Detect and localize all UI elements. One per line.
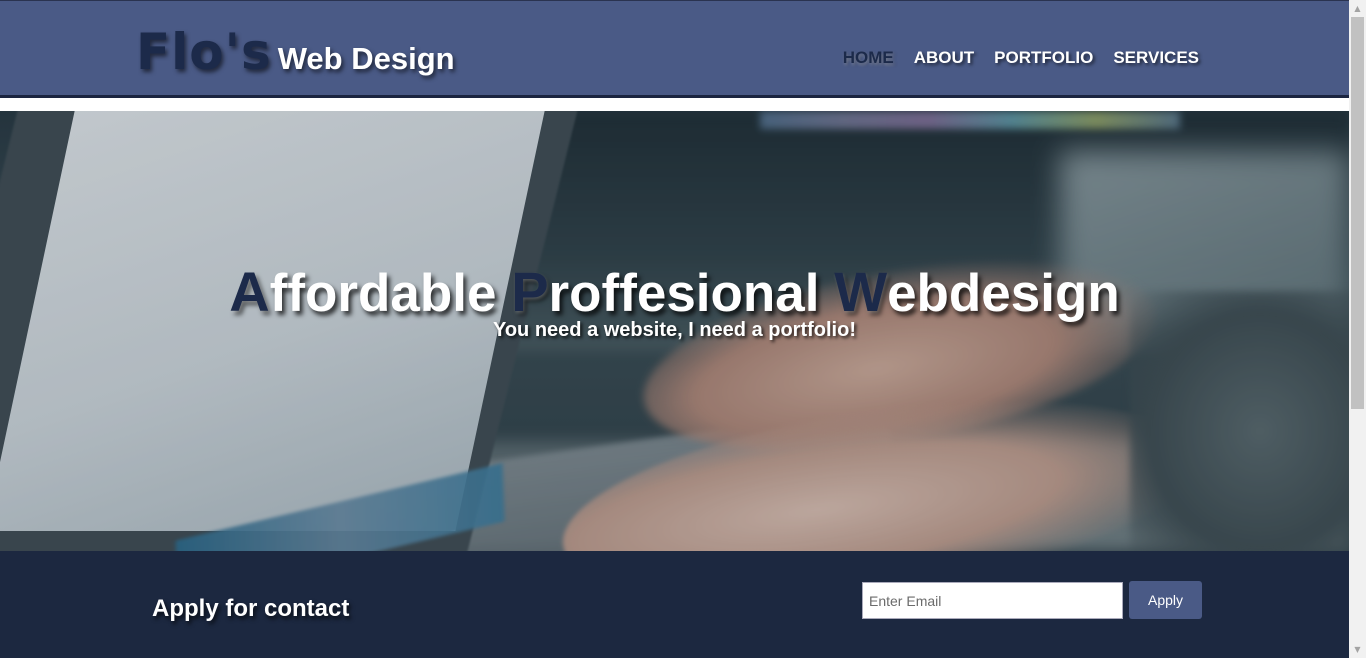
hero-title-rest-1: ffordable <box>269 263 497 323</box>
hero-section: Affordable Proffesional Webdesign You ne… <box>0 111 1349 551</box>
hero-title-rest-2: roffesional <box>548 263 820 323</box>
apply-button[interactable]: Apply <box>1129 581 1202 619</box>
site-header: Flo's Web Design HOME ABOUT PORTFOLIO SER… <box>0 0 1349 98</box>
page: Flo's Web Design HOME ABOUT PORTFOLIO SER… <box>0 0 1349 658</box>
nav-link-about[interactable]: ABOUT <box>914 48 974 68</box>
hero-subtitle: You need a website, I need a portfolio! <box>492 319 856 341</box>
hero-title-rest-3: ebdesign <box>887 263 1120 323</box>
nav-link-home[interactable]: HOME <box>843 48 894 68</box>
page-scrollbar[interactable]: ▲ ▼ <box>1349 0 1366 658</box>
hero-title: Affordable Proffesional Webdesign <box>0 259 1349 324</box>
contact-section: Apply for contact Apply <box>0 551 1349 658</box>
logo-subtitle: Web Design <box>277 41 455 76</box>
main-nav: HOME ABOUT PORTFOLIO SERVICES <box>843 48 1199 68</box>
email-input[interactable] <box>862 582 1123 619</box>
nav-link-portfolio[interactable]: PORTFOLIO <box>994 48 1093 68</box>
hero-title-cap-3: W <box>834 259 888 323</box>
contact-title: Apply for contact <box>152 595 350 622</box>
scroll-down-arrow-icon[interactable]: ▼ <box>1349 641 1366 658</box>
hero-title-cap-2: P <box>511 259 549 323</box>
site-logo[interactable]: Flo's Web Design <box>136 23 455 81</box>
scroll-up-arrow-icon[interactable]: ▲ <box>1349 0 1366 17</box>
nav-link-services[interactable]: SERVICES <box>1113 48 1199 68</box>
scroll-thumb[interactable] <box>1351 17 1364 409</box>
hero-title-cap-1: A <box>229 259 270 323</box>
logo-name: Flo's <box>136 23 272 81</box>
